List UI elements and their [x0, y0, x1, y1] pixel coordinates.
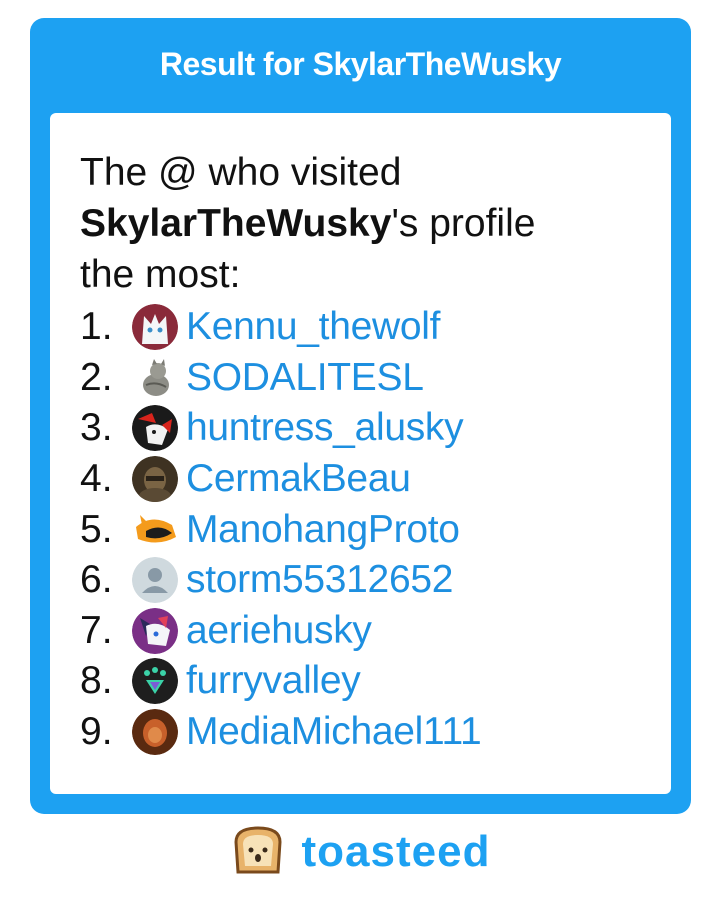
- list-item: 8. furryvalley: [80, 656, 481, 707]
- user-handle-link[interactable]: CermakBeau: [186, 457, 411, 501]
- headline-suffix-2: the most:: [80, 253, 241, 296]
- list-item: 1. Kennu_thewolf: [80, 302, 481, 353]
- brand-footer: toasteed: [0, 822, 720, 882]
- user-handle-link[interactable]: storm55312652: [186, 558, 453, 602]
- list-item: 4. CermakBeau: [80, 454, 481, 505]
- list-item: 6. storm55312652: [80, 555, 481, 606]
- rank-number: 6.: [80, 558, 113, 602]
- rank-number: 9.: [80, 710, 113, 754]
- result-card: Result for SkylarTheWusky The @ who visi…: [30, 18, 691, 814]
- user-handle-link[interactable]: aeriehusky: [186, 609, 372, 653]
- rank-number: 2.: [80, 355, 113, 399]
- visitor-list: 1. Kennu_thewolf 2. SODALITESL 3. huntre…: [80, 302, 482, 758]
- list-item: 2. SODALITESL: [80, 353, 481, 404]
- result-panel: The @ who visited SkylarTheWusky's profi…: [50, 113, 671, 794]
- list-item: 9. MediaMichael111: [80, 707, 482, 758]
- card-title: Result for SkylarTheWusky: [159, 46, 562, 82]
- headline: The @ who visited SkylarTheWusky's profi…: [80, 147, 640, 300]
- orange-photo-avatar-icon[interactable]: [132, 709, 178, 756]
- user-handle-link[interactable]: MediaMichael111: [186, 710, 482, 754]
- rank-number: 3.: [80, 406, 113, 450]
- purple-husky-avatar-icon[interactable]: [132, 607, 178, 654]
- headline-suffix: 's profile: [391, 202, 536, 245]
- user-handle-link[interactable]: huntress_alusky: [186, 406, 464, 450]
- default-user-avatar-icon[interactable]: [132, 557, 178, 604]
- user-handle-link[interactable]: SODALITESL: [186, 356, 424, 400]
- list-item: 3. huntress_alusky: [80, 403, 481, 454]
- white-wolf-avatar-icon[interactable]: [132, 304, 178, 351]
- user-handle-link[interactable]: ManohangProto: [186, 508, 460, 552]
- headline-username: SkylarTheWusky: [80, 202, 392, 245]
- user-handle-link[interactable]: Kennu_thewolf: [186, 305, 440, 349]
- toast-logo-icon: [230, 824, 286, 881]
- rank-number: 8.: [80, 659, 113, 703]
- green-paw-avatar-icon[interactable]: [132, 658, 178, 705]
- red-black-fox-avatar-icon[interactable]: [132, 405, 178, 452]
- user-handle-link[interactable]: furryvalley: [186, 659, 361, 703]
- orange-protogen-avatar-icon[interactable]: [132, 506, 178, 553]
- rank-number: 7.: [80, 608, 113, 652]
- cat-avatar-icon[interactable]: [132, 354, 178, 401]
- list-item: 7. aeriehusky: [80, 606, 481, 657]
- brand-name: toasteed: [301, 827, 491, 876]
- brown-photo-avatar-icon[interactable]: [132, 456, 178, 503]
- headline-prefix: The @ who visited: [80, 151, 402, 194]
- list-item: 5. ManohangProto: [80, 504, 481, 555]
- rank-number: 5.: [80, 507, 113, 551]
- rank-number: 4.: [80, 457, 113, 501]
- rank-number: 1.: [80, 305, 113, 349]
